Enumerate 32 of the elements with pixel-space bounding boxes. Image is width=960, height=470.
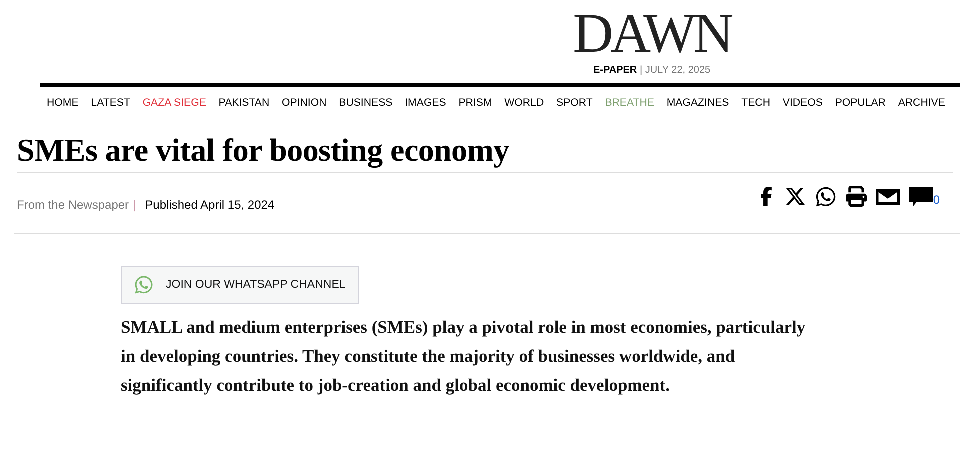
comment-count[interactable]: 0: [933, 192, 940, 206]
separator: |: [133, 198, 136, 212]
edition-date: JULY 22, 2025: [645, 65, 711, 76]
print-icon[interactable]: [846, 186, 868, 207]
whatsapp-channel-button[interactable]: JOIN OUR WHATSAPP CHANNEL: [121, 266, 359, 304]
nav-link[interactable]: LATEST: [91, 97, 130, 119]
nav-link[interactable]: IMAGES: [405, 97, 446, 119]
published-date: Published April 15, 2024: [145, 198, 275, 212]
comment-icon[interactable]: [909, 186, 934, 206]
whatsapp-icon[interactable]: [815, 186, 838, 208]
dawn-logo[interactable]: DAWN: [573, 10, 731, 58]
e-paper-link[interactable]: E-PAPER: [593, 65, 638, 76]
nav-link[interactable]: TECH: [742, 97, 770, 119]
separator: |: [640, 65, 643, 76]
nav-link[interactable]: WORLD: [504, 97, 544, 119]
nav-link[interactable]: OPINION: [282, 97, 327, 119]
nav-link[interactable]: SPORT: [556, 97, 593, 119]
nav-link[interactable]: HOME: [47, 97, 79, 119]
email-icon[interactable]: [876, 188, 900, 204]
nav-link[interactable]: GAZA SIEGE: [142, 97, 206, 119]
nav-link[interactable]: PRISM: [458, 97, 492, 119]
nav-link[interactable]: BUSINESS: [339, 97, 393, 119]
whatsapp-icon: [134, 275, 154, 295]
lead-paragraph: SMALL and medium enterprises (SMEs) play a pivotal role in most economies, particularly in developing countries. They constitute the majority of businesses worldwide, and significantly contribute to job-creation and global economic development.: [121, 316, 807, 397]
nav-link[interactable]: POPULAR: [835, 97, 886, 119]
nav-link[interactable]: VIDEOS: [782, 97, 823, 119]
nav-link[interactable]: MAGAZINES: [666, 97, 730, 119]
nav-link[interactable]: ARCHIVE: [898, 97, 946, 119]
source-label: From the Newspaper: [17, 198, 130, 212]
headline: SMEs are vital for boosting economy: [17, 132, 510, 170]
x-icon[interactable]: [785, 186, 806, 207]
nav-link[interactable]: PAKISTAN: [218, 97, 270, 119]
